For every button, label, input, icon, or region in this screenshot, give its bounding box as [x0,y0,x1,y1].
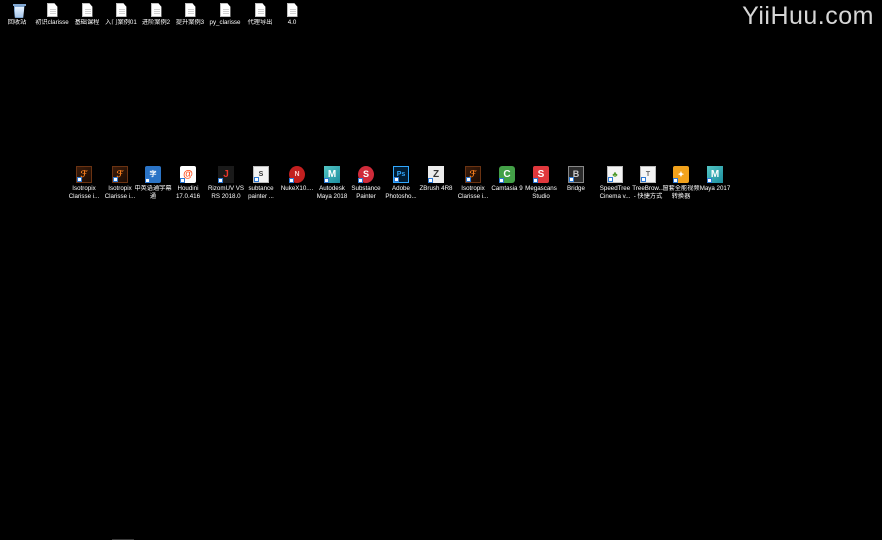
desktop-icon-adobe-photoshop[interactable]: Ps Adobe Photosho... [382,166,420,201]
document-icon [254,3,266,17]
desktop-icon-label: Bridge [567,185,585,192]
document-icon [46,3,58,17]
megascans-icon: S [533,166,549,183]
photoshop-icon: Ps [393,166,409,183]
desktop-icon-label: ZBrush 4R8 [419,185,453,192]
houdini-icon: @ [180,166,196,183]
site-watermark: YiiHuu.com [742,2,874,30]
substance-doc-icon: S [253,166,269,183]
desktop-icon-label: Megascans Studio [525,185,557,200]
desktop-icon-bridge[interactable]: B Bridge [557,166,595,193]
desktop-icon-maya-2017[interactable]: M Maya 2017 [696,166,734,193]
pixel-video-icon: ✦ [673,166,689,183]
rizomuv-icon: J [218,166,234,183]
document-icon [184,3,196,17]
desktop-icon-label: 4.0 [287,19,297,26]
speedtree-icon: ♣ [607,166,623,183]
desktop-icon-label: 初识clarisse [35,19,69,26]
substance-painter-icon: S [358,166,374,183]
desktop-icon-label: RizomUV VS RS 2018.0 [207,185,245,200]
desktop-icon-improve-case-3[interactable]: 提升案例3 [171,3,209,27]
desktop-icon-isotropix-clarisse-1[interactable]: ℱ Isotropix Clarisse i... [65,166,103,201]
document-icon [286,3,298,17]
recycle-bin-icon [12,3,26,17]
desktop-icon-recycle-bin[interactable]: 回收站 [0,3,36,27]
maya-icon: M [324,166,340,183]
desktop-icon-label: NukeX10.... [280,185,314,192]
desktop-icon-label: Maya 2017 [699,185,731,192]
desktop-icon-py-clarisse[interactable]: py_clarisse [206,3,244,27]
desktop-icon-isotropix-clarisse-3[interactable]: ℱ Isotropix Clarisse i... [454,166,492,201]
document-icon [81,3,93,17]
desktop-icon-pixel-art-video[interactable]: ✦ 窗套全能视频 转换器 [662,166,700,201]
document-icon [150,3,162,17]
desktop-icon-chinese-subtitle[interactable]: 字中英语通字幕 通 [134,166,172,201]
desktop-icon-4-0[interactable]: 4.0 [273,3,311,27]
desktop-icon-zbrush[interactable]: Z ZBrush 4R8 [417,166,455,193]
desktop-icon-nukex[interactable]: N NukeX10.... [278,166,316,193]
desktop-icon-label: Substance Painter [351,185,381,200]
document-icon [219,3,231,17]
clarisse-icon: ℱ [465,166,481,183]
desktop-icon-substance-painter[interactable]: S Substance Painter [347,166,385,201]
zbrush-icon: Z [428,166,444,183]
desktop-icon-label: 提升案例3 [175,19,205,26]
desktop-icon-label: Isotropix Clarisse i... [68,185,100,200]
clarisse-icon: ℱ [76,166,92,183]
maya-icon: M [707,166,723,183]
desktop-icon-clarisse-intro[interactable]: 初识clarisse [33,3,71,27]
desktop-icon-intro-case-01[interactable]: 入门案例01 [102,3,140,27]
desktop-icon-label: Houdini 17.0.416 [175,185,201,200]
desktop-icon-megascans-studio[interactable]: S Megascans Studio [522,166,560,201]
desktop-icon-label: 入门案例01 [105,19,137,26]
desktop-icon-label: subtance painter ... [248,185,274,200]
bridge-icon: B [568,166,584,183]
desktop-icon-substance-painter-doc[interactable]: Ssubtance painter ... [242,166,280,201]
desktop-icon-label: 中英语通字幕 通 [134,185,172,200]
clarisse-icon: ℱ [112,166,128,183]
desktop-icon-rizomuv[interactable]: J RizomUV VS RS 2018.0 [207,166,245,201]
camtasia-icon: C [499,166,515,183]
desktop-icon-label: Adobe Photosho... [385,185,417,200]
desktop-icon-houdini[interactable]: @ Houdini 17.0.416 [169,166,207,201]
desktop-icon-label: py_clarisse [209,19,241,26]
treebrowser-icon: T [640,166,656,183]
document-icon [115,3,127,17]
subtitle-tool-icon: 字 [145,166,161,183]
nuke-icon: N [289,166,305,183]
